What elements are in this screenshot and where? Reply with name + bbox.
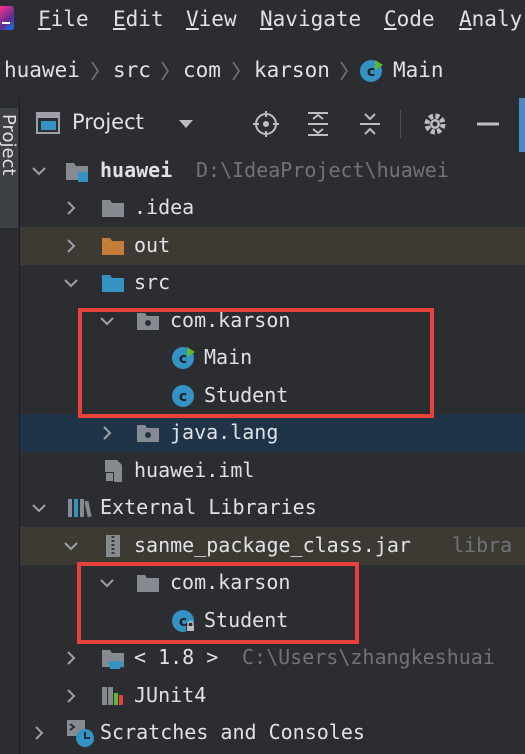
tree-label: .idea bbox=[134, 195, 195, 219]
chevron-right-icon[interactable] bbox=[98, 424, 116, 442]
menu-view[interactable]: View bbox=[186, 7, 237, 31]
chevron-right-icon[interactable] bbox=[30, 724, 48, 742]
tree-path: D:\IdeaProject\huawei bbox=[196, 158, 449, 182]
gear-icon[interactable] bbox=[422, 111, 448, 137]
class-main-icon: c bbox=[360, 60, 383, 82]
chevron-right-icon[interactable] bbox=[62, 199, 80, 217]
chevron-down-icon[interactable] bbox=[30, 499, 48, 517]
chevron-down-icon[interactable] bbox=[62, 274, 80, 292]
project-view-icon bbox=[36, 112, 60, 134]
tree-row-out[interactable]: out bbox=[20, 227, 525, 265]
breadcrumb-com[interactable]: com bbox=[183, 58, 221, 82]
intellij-logo-icon[interactable] bbox=[0, 6, 14, 30]
source-folder-icon bbox=[102, 275, 124, 292]
library-icon bbox=[102, 687, 123, 705]
tree-row-external-libraries[interactable]: External Libraries bbox=[20, 489, 525, 527]
tree-row-src[interactable]: src bbox=[20, 264, 525, 302]
tree-label: External Libraries bbox=[100, 495, 317, 519]
breadcrumb-huawei[interactable]: huawei bbox=[4, 58, 80, 82]
tree-label: JUnit4 bbox=[134, 683, 207, 707]
chevron-right-icon[interactable] bbox=[62, 237, 80, 255]
toolwindow-title[interactable]: Project bbox=[72, 110, 144, 134]
project-toolwindow-header: Project bbox=[20, 98, 525, 150]
tree-label: java.lang bbox=[170, 420, 279, 444]
chevron-down-icon[interactable] bbox=[62, 537, 80, 555]
project-side-tab[interactable]: Project bbox=[0, 108, 19, 228]
chevron-right-icon bbox=[91, 61, 99, 81]
tree-label: huawei bbox=[100, 158, 173, 182]
chevron-right-icon bbox=[340, 61, 348, 81]
select-opened-file-icon[interactable] bbox=[253, 111, 279, 137]
tree-label: src bbox=[134, 270, 171, 294]
tree-row-junit4[interactable]: JUnit4 bbox=[20, 677, 525, 715]
tree-label: sanme_package_class.jar bbox=[134, 533, 411, 557]
tree-label: < 1.8 > bbox=[134, 645, 219, 669]
tree-row-huawei-iml[interactable]: huawei.iml bbox=[20, 452, 525, 490]
svg-text:c: c bbox=[367, 64, 375, 80]
tree-row-idea[interactable]: .idea bbox=[20, 189, 525, 227]
menu-bar: File Edit View Navigate Code Analy bbox=[0, 0, 525, 38]
tree-row-jdk[interactable]: < 1.8 > C:\Users\zhangkeshuai bbox=[20, 639, 525, 677]
menu-file[interactable]: File bbox=[38, 7, 89, 31]
folder-icon bbox=[102, 200, 124, 217]
tree-row-scratches[interactable]: Scratches and Consoles bbox=[20, 714, 525, 752]
library-icon bbox=[68, 499, 92, 518]
chevron-right-icon bbox=[161, 61, 169, 81]
excluded-folder-icon bbox=[102, 238, 124, 255]
jdk-icon bbox=[102, 650, 125, 669]
chevron-right-icon[interactable] bbox=[62, 687, 80, 705]
module-folder-icon bbox=[66, 163, 88, 182]
breadcrumb-karson[interactable]: karson bbox=[254, 58, 330, 82]
scratches-icon bbox=[67, 720, 94, 747]
highlight-box-src-package bbox=[78, 308, 434, 418]
project-tree: huawei D:\IdeaProject\huawei .idea out s… bbox=[20, 152, 525, 754]
breadcrumb-main[interactable]: Main bbox=[393, 58, 444, 82]
tree-path: libra bbox=[452, 533, 513, 557]
hide-icon[interactable] bbox=[475, 111, 501, 137]
collapse-all-icon[interactable] bbox=[357, 111, 383, 137]
toolbar-divider bbox=[400, 110, 401, 138]
highlight-box-jar-package bbox=[77, 562, 359, 644]
tree-row-jar[interactable]: sanme_package_class.jar libra bbox=[20, 527, 525, 565]
dropdown-arrow-icon[interactable] bbox=[178, 118, 194, 130]
menu-analyze[interactable]: Analy bbox=[459, 7, 522, 31]
tree-row-huawei[interactable]: huawei D:\IdeaProject\huawei bbox=[20, 152, 525, 190]
expand-all-icon[interactable] bbox=[305, 111, 331, 137]
menu-navigate[interactable]: Navigate bbox=[260, 7, 361, 31]
package-icon bbox=[137, 425, 159, 442]
tree-row-java-lang[interactable]: java.lang bbox=[20, 414, 525, 452]
breadcrumb-src[interactable]: src bbox=[113, 58, 151, 82]
scrollbar-thumb[interactable] bbox=[519, 98, 525, 153]
iml-file-icon bbox=[105, 460, 122, 482]
chevron-down-icon[interactable] bbox=[30, 162, 48, 180]
jar-icon bbox=[106, 535, 120, 557]
breadcrumb: huawei src com karson c Main bbox=[0, 46, 525, 99]
menu-edit[interactable]: Edit bbox=[113, 7, 164, 31]
chevron-right-icon bbox=[232, 61, 240, 81]
menu-code[interactable]: Code bbox=[384, 7, 435, 31]
tree-path: C:\Users\zhangkeshuai bbox=[242, 645, 495, 669]
tree-label: huawei.iml bbox=[134, 458, 255, 482]
tree-label: Scratches and Consoles bbox=[100, 720, 365, 744]
project-side-tab-label: Project bbox=[0, 114, 19, 176]
chevron-right-icon[interactable] bbox=[62, 649, 80, 667]
tree-label: out bbox=[134, 233, 171, 257]
